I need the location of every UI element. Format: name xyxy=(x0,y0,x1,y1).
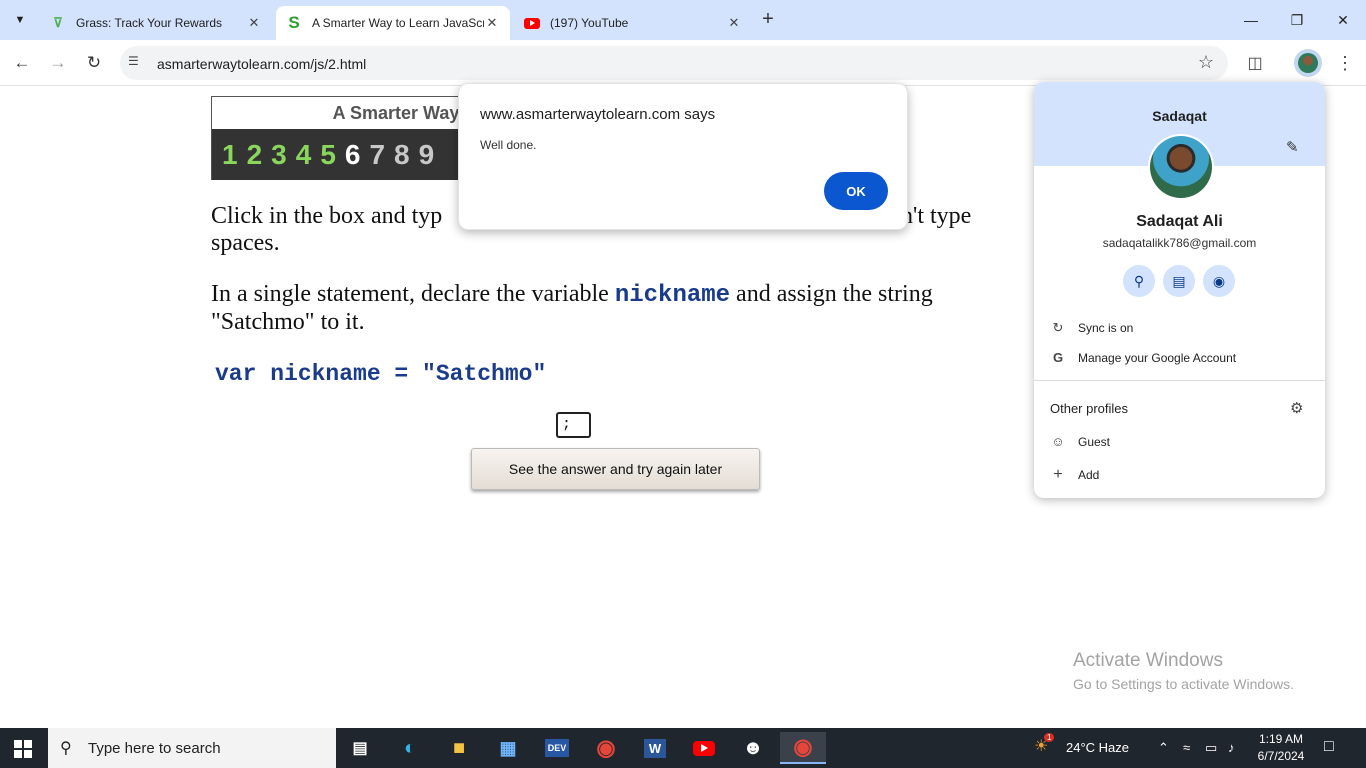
weather-icon[interactable]: ☀ 1 xyxy=(1034,733,1055,756)
youtube-icon xyxy=(524,15,540,31)
progress-digit: 8 xyxy=(394,138,413,170)
answer-input[interactable]: ; xyxy=(556,412,591,438)
profile-menu: Sadaqat ✎ Sadaqat Ali sadaqatalikk786@gm… xyxy=(1034,82,1325,498)
restore-icon[interactable]: ❐ xyxy=(1274,0,1320,40)
guest-user-icon: ☺ xyxy=(1051,434,1065,449)
variable-name: nickname xyxy=(614,282,731,309)
windows-start-icon[interactable] xyxy=(14,740,32,758)
address-pin-icon[interactable]: ◉ xyxy=(1203,265,1235,297)
progress-digit: 2 xyxy=(246,138,266,170)
extensions-icon[interactable]: ◫ xyxy=(1242,50,1268,76)
activate-windows-watermark: Activate Windows Go to Settings to activ… xyxy=(1073,650,1294,692)
back-icon[interactable]: ← xyxy=(8,49,36,77)
alert-title: www.asmarterwaytolearn.com says xyxy=(480,106,716,123)
sync-icon: ↻ xyxy=(1052,320,1064,335)
ok-button[interactable]: OK xyxy=(824,172,888,210)
profile-avatar-button[interactable] xyxy=(1294,49,1322,77)
gear-icon[interactable]: ⚙ xyxy=(1290,399,1303,417)
guest-profile-item[interactable]: ☺ Guest xyxy=(1050,434,1110,449)
profile-header-name: Sadaqat xyxy=(1152,108,1207,124)
alert-dialog: www.asmarterwaytolearn.com says Well don… xyxy=(458,83,908,230)
edit-pencil-icon[interactable]: ✎ xyxy=(1286,138,1299,156)
url-text[interactable]: asmarterwaytolearn.com/js/2.html xyxy=(157,56,366,72)
lesson-banner: A Smarter Way 1 2 3 4 5 6 7 8 9 xyxy=(211,96,471,180)
progress-digit: 1 xyxy=(222,138,241,170)
notifications-icon[interactable]: □ xyxy=(1324,738,1334,756)
progress-digits: 1 2 3 4 5 6 7 8 9 xyxy=(212,129,470,180)
tab-strip: ▼ ⊽ Grass: Track Your Rewards ✕ S A Smar… xyxy=(0,0,1366,40)
alert-message: Well done. xyxy=(480,138,537,152)
volume-icon[interactable]: ♪ xyxy=(1228,740,1235,755)
menu-kebab-icon[interactable]: ⋮ xyxy=(1332,50,1358,76)
password-key-icon[interactable]: ⚲ xyxy=(1123,265,1155,297)
github-icon[interactable]: ☻ xyxy=(733,732,773,764)
banner-title: A Smarter Way xyxy=(212,97,470,129)
reload-icon[interactable]: ↻ xyxy=(80,49,108,77)
close-tab-icon[interactable]: ✕ xyxy=(726,15,742,31)
s-logo-icon: S xyxy=(288,13,300,32)
weather-text[interactable]: 24°C Haze xyxy=(1066,740,1129,755)
tab-javascript[interactable]: S A Smarter Way to Learn JavaScript ✕ xyxy=(276,6,510,40)
task-text: In a single statement, declare the varia… xyxy=(211,281,933,335)
profile-email: sadaqatalikk786@gmail.com xyxy=(1102,236,1257,250)
progress-digit-current: 6 xyxy=(344,138,364,170)
tab-youtube[interactable]: (197) YouTube ✕ xyxy=(514,6,752,40)
see-answer-button[interactable]: See the answer and try again later xyxy=(471,448,760,490)
file-explorer-icon[interactable]: ■ xyxy=(439,732,479,764)
network-icon[interactable]: ≈ xyxy=(1183,740,1190,755)
tab-grass[interactable]: ⊽ Grass: Track Your Rewards ✕ xyxy=(40,6,272,40)
manage-account-link[interactable]: G Manage your Google Account xyxy=(1050,350,1236,365)
task-view-icon[interactable]: ▤ xyxy=(340,732,380,764)
new-tab-icon[interactable]: + xyxy=(758,9,778,30)
progress-digit: 4 xyxy=(295,138,315,170)
divider xyxy=(1034,380,1325,381)
search-icon: ⚲ xyxy=(60,740,72,757)
code-line: var nickname = "Satchmo" xyxy=(215,361,547,387)
progress-digit: 5 xyxy=(320,138,339,170)
site-info-icon[interactable]: ☰ xyxy=(128,54,139,68)
windows-taskbar: ⚲ Type here to search ▤ ◐ ■ ▦ DEV ◉ W ☻ … xyxy=(0,728,1366,768)
dev-app-icon[interactable]: DEV xyxy=(537,732,577,764)
other-profiles-heading: Other profiles xyxy=(1050,401,1129,416)
taskbar-search[interactable]: ⚲ Type here to search xyxy=(48,728,336,768)
add-profile-item[interactable]: + Add xyxy=(1050,466,1099,484)
add-icon: + xyxy=(1053,466,1063,483)
progress-digit: 9 xyxy=(418,138,438,170)
forward-icon[interactable]: → xyxy=(44,49,72,77)
grass-icon: ⊽ xyxy=(53,15,63,30)
close-tab-icon[interactable]: ✕ xyxy=(484,15,500,31)
tab-search-icon[interactable]: ▼ xyxy=(8,8,32,32)
address-bar[interactable]: ☰ asmarterwaytolearn.com/js/2.html ☆ xyxy=(120,46,1228,80)
avatar xyxy=(1298,53,1318,73)
store-icon[interactable]: ▦ xyxy=(488,732,528,764)
browser-toolbar: ← → ↻ ☰ asmarterwaytolearn.com/js/2.html… xyxy=(0,40,1366,86)
youtube-icon[interactable] xyxy=(684,732,724,764)
progress-digit: 3 xyxy=(271,138,290,170)
sync-status[interactable]: ↻ Sync is on xyxy=(1050,320,1134,336)
chrome-active-icon[interactable]: ◉ xyxy=(780,732,826,764)
close-tab-icon[interactable]: ✕ xyxy=(246,15,262,31)
battery-icon[interactable]: ▭ xyxy=(1205,740,1217,756)
chevron-up-icon[interactable]: ⌃ xyxy=(1158,740,1169,756)
payment-card-icon[interactable]: ▤ xyxy=(1163,265,1195,297)
word-icon[interactable]: W xyxy=(635,732,675,764)
chrome-icon[interactable]: ◉ xyxy=(586,732,626,764)
minimize-icon[interactable]: — xyxy=(1228,0,1274,40)
bookmark-star-icon[interactable]: ☆ xyxy=(1198,52,1214,73)
close-window-icon[interactable]: ✕ xyxy=(1320,0,1366,40)
google-g-icon: G xyxy=(1052,350,1064,365)
progress-digit: 7 xyxy=(369,138,389,170)
system-clock[interactable]: 1:19 AM 6/7/2024 xyxy=(1248,731,1314,765)
profile-full-name: Sadaqat Ali xyxy=(1136,213,1223,230)
edge-icon[interactable]: ◐ xyxy=(390,732,430,764)
avatar xyxy=(1148,134,1214,200)
